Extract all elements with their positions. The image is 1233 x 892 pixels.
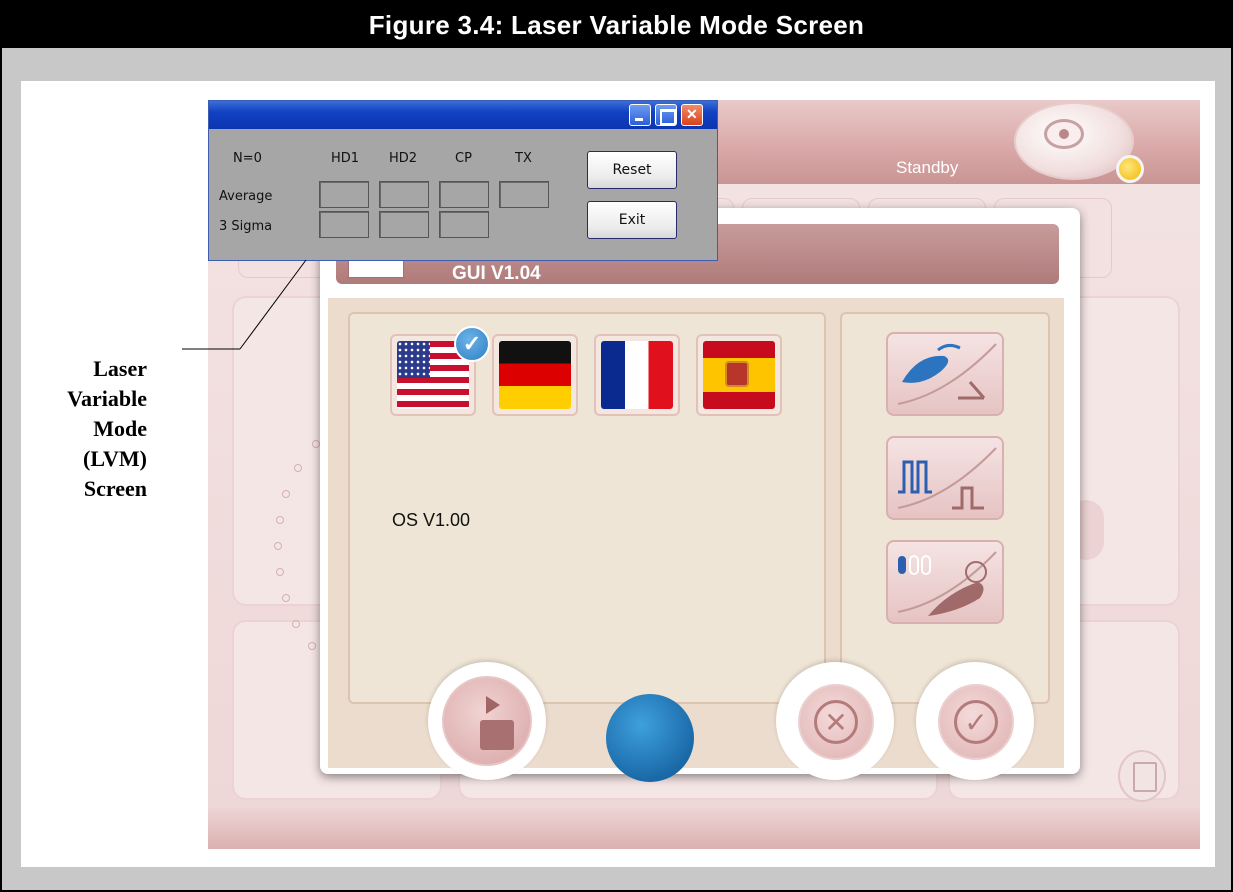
progress-dot	[276, 568, 284, 576]
column-hd1: HD1	[331, 151, 360, 166]
progress-dot	[282, 594, 290, 602]
reset-button[interactable]: Reset	[587, 151, 677, 189]
annotation-line: Mode	[93, 416, 147, 441]
confirm-button[interactable]: ✓	[916, 662, 1034, 780]
treatment-mode-icon	[897, 551, 997, 616]
pulse-mode-icon	[897, 447, 997, 510]
checkmark-icon: ✓	[954, 700, 998, 744]
gui-version: GUI V1.04	[452, 264, 541, 284]
mode-pane	[840, 312, 1050, 704]
checkmark-icon: ✓	[454, 326, 490, 362]
handpiece-mode-button[interactable]	[886, 332, 1004, 416]
sigma-hd1-field	[319, 211, 369, 238]
progress-dot	[294, 464, 302, 472]
progress-dot	[282, 490, 290, 498]
figure-caption: Figure 3.4: Laser Variable Mode Screen	[2, 2, 1231, 48]
maximize-icon[interactable]	[655, 104, 677, 126]
progress-dot	[276, 516, 284, 524]
sample-count: N=0	[233, 151, 262, 166]
flag-germany-icon[interactable]	[492, 334, 578, 416]
cancel-button[interactable]: ✕	[776, 662, 894, 780]
treatment-mode-button[interactable]	[886, 540, 1004, 624]
close-icon[interactable]	[681, 104, 703, 126]
lvm-title-bar[interactable]	[209, 101, 717, 129]
language-pane: ✓ OS V1.00	[348, 312, 826, 704]
flag-france-icon[interactable]	[594, 334, 680, 416]
close-icon: ✕	[814, 700, 858, 744]
annotation-label: Laser Variable Mode (LVM) Screen	[52, 354, 147, 504]
progress-dot	[308, 642, 316, 650]
settings-dialog: GUI V1.04 ✓ OS V1.00 ✕ ✓	[320, 208, 1080, 782]
document-icon[interactable]	[1118, 750, 1166, 802]
sigma-cp-field	[439, 211, 489, 238]
dialog-body: ✓ OS V1.00 ✕ ✓	[328, 298, 1064, 782]
pulse-mode-button[interactable]	[886, 436, 1004, 520]
play-icon	[486, 696, 500, 714]
status-led-icon	[1116, 155, 1144, 183]
flag-spain-icon[interactable]	[696, 334, 782, 416]
annotation-line: (LVM)	[83, 446, 147, 471]
annotation-line: Variable	[67, 386, 147, 411]
exit-button[interactable]: Exit	[587, 201, 677, 239]
column-cp: CP	[455, 151, 472, 166]
average-tx-field	[499, 181, 549, 208]
column-tx: TX	[515, 151, 532, 166]
progress-dot	[292, 620, 300, 628]
progress-dot	[274, 542, 282, 550]
annotation-line: Laser	[93, 356, 147, 381]
app-footer	[208, 808, 1200, 849]
sigma-hd2-field	[379, 211, 429, 238]
os-version: OS V1.00	[392, 510, 471, 530]
row-label-sigma: 3 Sigma	[219, 219, 273, 234]
average-cp-field	[439, 181, 489, 208]
lvm-window: N=0 HD1 HD2 CP TX Average 3 Sigma Reset …	[208, 100, 718, 261]
average-hd1-field	[319, 181, 369, 208]
blue-button[interactable]	[606, 694, 694, 782]
service-tools-button[interactable]	[428, 662, 546, 780]
flag-us-icon[interactable]: ✓	[390, 326, 490, 416]
column-hd2: HD2	[389, 151, 418, 166]
row-label-average: Average	[219, 189, 273, 204]
handpiece-mode-icon	[897, 343, 997, 405]
progress-dot	[312, 440, 320, 448]
average-hd2-field	[379, 181, 429, 208]
minimize-icon[interactable]	[629, 104, 651, 126]
annotation-line: Screen	[83, 476, 147, 501]
status-text: Standby	[896, 158, 959, 177]
tools-icon	[480, 720, 514, 750]
